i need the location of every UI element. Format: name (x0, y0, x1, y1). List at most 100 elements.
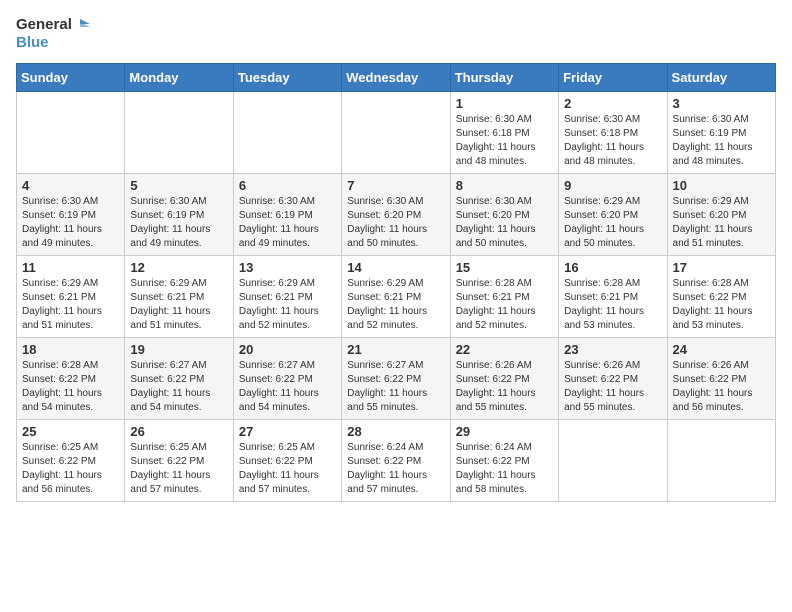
day-info: Sunrise: 6:26 AM Sunset: 6:22 PM Dayligh… (673, 359, 770, 415)
calendar-cell: 5 Sunrise: 6:30 AM Sunset: 6:19 PM Daylig… (125, 174, 233, 256)
calendar-cell: 20 Sunrise: 6:27 AM Sunset: 6:22 PM Dayli… (233, 338, 341, 420)
day-info: Sunrise: 6:26 AM Sunset: 6:22 PM Dayligh… (456, 359, 553, 415)
weekday-header-saturday: Saturday (667, 64, 775, 92)
day-number: 16 (564, 260, 661, 275)
logo-text: General Blue (16, 16, 92, 51)
day-number: 27 (239, 424, 336, 439)
weekday-header-row: SundayMondayTuesdayWednesdayThursdayFrid… (17, 64, 776, 92)
day-number: 13 (239, 260, 336, 275)
calendar-cell: 23 Sunrise: 6:26 AM Sunset: 6:22 PM Dayli… (559, 338, 667, 420)
day-number: 26 (130, 424, 227, 439)
day-number: 29 (456, 424, 553, 439)
calendar-cell: 17 Sunrise: 6:28 AM Sunset: 6:22 PM Dayli… (667, 256, 775, 338)
day-number: 18 (22, 342, 119, 357)
day-info: Sunrise: 6:28 AM Sunset: 6:21 PM Dayligh… (564, 277, 661, 333)
logo: General Blue (16, 16, 92, 51)
calendar-cell: 8Sunrise: 6:30 AM Sunset: 6:20 PM Daylig… (450, 174, 558, 256)
calendar-cell: 21 Sunrise: 6:27 AM Sunset: 6:22 PM Dayli… (342, 338, 450, 420)
day-info: Sunrise: 6:30 AM Sunset: 6:19 PM Dayligh… (239, 195, 336, 251)
day-info: Sunrise: 6:30 AM Sunset: 6:19 PM Dayligh… (130, 195, 227, 251)
day-number: 6 (239, 178, 336, 193)
calendar-cell: 13 Sunrise: 6:29 AM Sunset: 6:21 PM Dayli… (233, 256, 341, 338)
week-row-2: 11 Sunrise: 6:29 AM Sunset: 6:21 PM Dayli… (17, 256, 776, 338)
day-number: 23 (564, 342, 661, 357)
day-number: 3 (673, 96, 770, 111)
calendar-cell (233, 92, 341, 174)
calendar-cell: 29Sunrise: 6:24 AM Sunset: 6:22 PM Dayli… (450, 420, 558, 502)
day-info: Sunrise: 6:27 AM Sunset: 6:22 PM Dayligh… (130, 359, 227, 415)
week-row-3: 18 Sunrise: 6:28 AM Sunset: 6:22 PM Dayli… (17, 338, 776, 420)
day-info: Sunrise: 6:30 AM Sunset: 6:18 PM Dayligh… (456, 113, 553, 169)
day-number: 21 (347, 342, 444, 357)
day-info: Sunrise: 6:25 AM Sunset: 6:22 PM Dayligh… (130, 441, 227, 497)
calendar-cell (125, 92, 233, 174)
calendar-cell: 2 Sunrise: 6:30 AM Sunset: 6:18 PM Daylig… (559, 92, 667, 174)
day-info: Sunrise: 6:25 AM Sunset: 6:22 PM Dayligh… (239, 441, 336, 497)
calendar-cell: 19Sunrise: 6:27 AM Sunset: 6:22 PM Dayli… (125, 338, 233, 420)
day-info: Sunrise: 6:30 AM Sunset: 6:20 PM Dayligh… (347, 195, 444, 251)
calendar-cell: 3 Sunrise: 6:30 AM Sunset: 6:19 PM Daylig… (667, 92, 775, 174)
day-number: 11 (22, 260, 119, 275)
day-number: 8 (456, 178, 553, 193)
day-info: Sunrise: 6:28 AM Sunset: 6:22 PM Dayligh… (22, 359, 119, 415)
calendar-cell (559, 420, 667, 502)
day-info: Sunrise: 6:30 AM Sunset: 6:18 PM Dayligh… (564, 113, 661, 169)
calendar-cell: 15 Sunrise: 6:28 AM Sunset: 6:21 PM Dayli… (450, 256, 558, 338)
day-number: 24 (673, 342, 770, 357)
page-header: General Blue (16, 16, 776, 51)
day-info: Sunrise: 6:29 AM Sunset: 6:21 PM Dayligh… (239, 277, 336, 333)
day-info: Sunrise: 6:29 AM Sunset: 6:21 PM Dayligh… (22, 277, 119, 333)
day-number: 15 (456, 260, 553, 275)
day-number: 7 (347, 178, 444, 193)
day-info: Sunrise: 6:29 AM Sunset: 6:20 PM Dayligh… (673, 195, 770, 251)
calendar-cell: 28 Sunrise: 6:24 AM Sunset: 6:22 PM Dayli… (342, 420, 450, 502)
calendar-cell: 6 Sunrise: 6:30 AM Sunset: 6:19 PM Daylig… (233, 174, 341, 256)
day-info: Sunrise: 6:29 AM Sunset: 6:20 PM Dayligh… (564, 195, 661, 251)
day-number: 2 (564, 96, 661, 111)
day-number: 10 (673, 178, 770, 193)
calendar-cell: 10 Sunrise: 6:29 AM Sunset: 6:20 PM Dayli… (667, 174, 775, 256)
calendar-cell (667, 420, 775, 502)
week-row-4: 25Sunrise: 6:25 AM Sunset: 6:22 PM Dayli… (17, 420, 776, 502)
weekday-header-tuesday: Tuesday (233, 64, 341, 92)
weekday-header-sunday: Sunday (17, 64, 125, 92)
calendar-cell: 22 Sunrise: 6:26 AM Sunset: 6:22 PM Dayli… (450, 338, 558, 420)
calendar-cell: 27 Sunrise: 6:25 AM Sunset: 6:22 PM Dayli… (233, 420, 341, 502)
calendar-cell: 1 Sunrise: 6:30 AM Sunset: 6:18 PM Daylig… (450, 92, 558, 174)
day-info: Sunrise: 6:24 AM Sunset: 6:22 PM Dayligh… (347, 441, 444, 497)
day-info: Sunrise: 6:28 AM Sunset: 6:21 PM Dayligh… (456, 277, 553, 333)
day-number: 22 (456, 342, 553, 357)
calendar-cell (342, 92, 450, 174)
calendar-cell: 24 Sunrise: 6:26 AM Sunset: 6:22 PM Dayli… (667, 338, 775, 420)
calendar-table: SundayMondayTuesdayWednesdayThursdayFrid… (16, 63, 776, 502)
day-info: Sunrise: 6:27 AM Sunset: 6:22 PM Dayligh… (347, 359, 444, 415)
day-number: 4 (22, 178, 119, 193)
calendar-cell: 12Sunrise: 6:29 AM Sunset: 6:21 PM Dayli… (125, 256, 233, 338)
weekday-header-monday: Monday (125, 64, 233, 92)
calendar-cell: 4Sunrise: 6:30 AM Sunset: 6:19 PM Daylig… (17, 174, 125, 256)
day-info: Sunrise: 6:28 AM Sunset: 6:22 PM Dayligh… (673, 277, 770, 333)
day-info: Sunrise: 6:26 AM Sunset: 6:22 PM Dayligh… (564, 359, 661, 415)
day-number: 17 (673, 260, 770, 275)
calendar-cell: 14Sunrise: 6:29 AM Sunset: 6:21 PM Dayli… (342, 256, 450, 338)
day-number: 14 (347, 260, 444, 275)
day-info: Sunrise: 6:27 AM Sunset: 6:22 PM Dayligh… (239, 359, 336, 415)
day-number: 20 (239, 342, 336, 357)
day-info: Sunrise: 6:30 AM Sunset: 6:19 PM Dayligh… (673, 113, 770, 169)
day-number: 5 (130, 178, 227, 193)
day-number: 28 (347, 424, 444, 439)
weekday-header-friday: Friday (559, 64, 667, 92)
week-row-1: 4 Sunrise: 6:30 AM Sunset: 6:19 PM Daylig… (17, 174, 776, 256)
day-info: Sunrise: 6:29 AM Sunset: 6:21 PM Dayligh… (130, 277, 227, 333)
calendar-cell: 25Sunrise: 6:25 AM Sunset: 6:22 PM Dayli… (17, 420, 125, 502)
day-number: 9 (564, 178, 661, 193)
calendar-cell: 26 Sunrise: 6:25 AM Sunset: 6:22 PM Dayli… (125, 420, 233, 502)
calendar-cell: 7 Sunrise: 6:30 AM Sunset: 6:20 PM Daylig… (342, 174, 450, 256)
week-row-0: 1 Sunrise: 6:30 AM Sunset: 6:18 PM Daylig… (17, 92, 776, 174)
calendar-cell: 9 Sunrise: 6:29 AM Sunset: 6:20 PM Daylig… (559, 174, 667, 256)
day-info: Sunrise: 6:25 AM Sunset: 6:22 PM Dayligh… (22, 441, 119, 497)
calendar-cell (17, 92, 125, 174)
day-number: 1 (456, 96, 553, 111)
weekday-header-wednesday: Wednesday (342, 64, 450, 92)
weekday-header-thursday: Thursday (450, 64, 558, 92)
